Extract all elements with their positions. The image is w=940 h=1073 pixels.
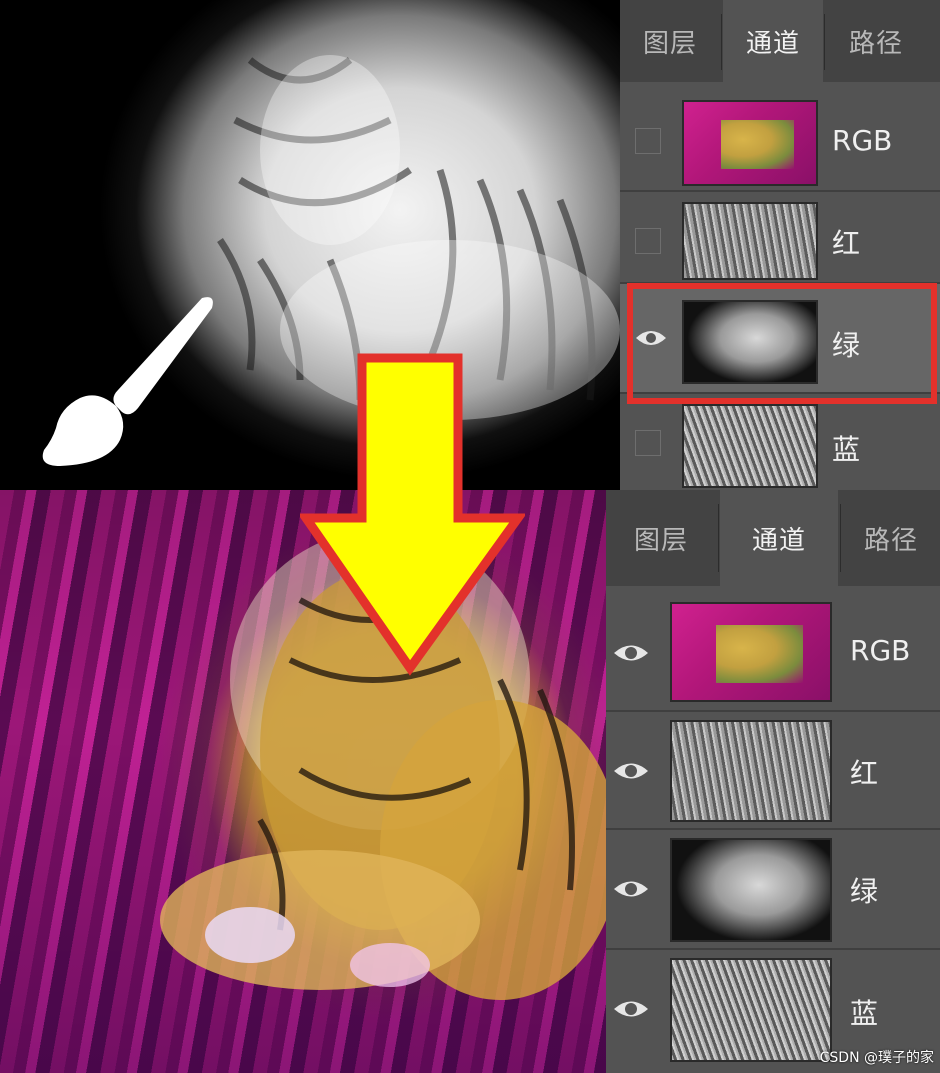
channels-panel-after: 图层 通道 路径 RGB 红 绿 蓝	[606, 490, 940, 1073]
eye-icon[interactable]	[612, 640, 650, 666]
visibility-checkbox[interactable]	[635, 430, 661, 456]
eye-icon[interactable]	[612, 876, 650, 902]
eye-icon[interactable]	[612, 758, 650, 784]
channel-row-blue[interactable]: 蓝	[620, 394, 940, 490]
tab-channels[interactable]: 通道	[723, 0, 823, 82]
down-arrow	[297, 350, 527, 680]
channel-row-rgb[interactable]: RGB	[606, 594, 940, 712]
tab-paths[interactable]: 路径	[826, 0, 926, 82]
channel-label: 绿	[850, 875, 879, 908]
channel-row-red[interactable]: 红	[606, 712, 940, 830]
channel-label: RGB	[850, 634, 911, 667]
tab-layers[interactable]: 图层	[606, 490, 716, 586]
visibility-checkbox[interactable]	[635, 128, 661, 154]
channel-label: RGB	[832, 124, 893, 157]
channels-panel-before: 图层 通道 路径 RGB 红 绿 蓝	[620, 0, 940, 490]
channel-thumbnail-green	[670, 838, 832, 942]
channel-label: 红	[850, 757, 879, 790]
channel-label: 蓝	[832, 433, 861, 466]
channel-thumbnail-rgb	[670, 602, 832, 702]
channel-thumbnail-red	[670, 720, 832, 822]
highlight-box-green-channel	[627, 283, 937, 404]
channel-thumbnail-blue	[670, 958, 832, 1062]
paintbrush-icon	[30, 290, 230, 480]
channel-row-rgb[interactable]: RGB	[620, 90, 940, 192]
channel-thumbnail-rgb	[682, 100, 818, 186]
channel-row-green[interactable]: 绿	[606, 830, 940, 950]
visibility-checkbox[interactable]	[635, 228, 661, 254]
eye-icon[interactable]	[612, 996, 650, 1022]
panel-tab-bar: 图层 通道 路径	[606, 490, 940, 586]
tab-layers[interactable]: 图层	[620, 0, 720, 82]
channel-label: 蓝	[850, 997, 879, 1030]
channel-row-red[interactable]: 红	[620, 192, 940, 284]
channel-label: 红	[832, 227, 861, 260]
tab-paths[interactable]: 路径	[842, 490, 940, 586]
watermark: CSDN @璞子的家	[819, 1050, 934, 1066]
channel-thumbnail-red	[682, 202, 818, 280]
panel-tab-bar: 图层 通道 路径	[620, 0, 940, 82]
tab-channels[interactable]: 通道	[720, 490, 838, 586]
channel-thumbnail-blue	[682, 404, 818, 488]
